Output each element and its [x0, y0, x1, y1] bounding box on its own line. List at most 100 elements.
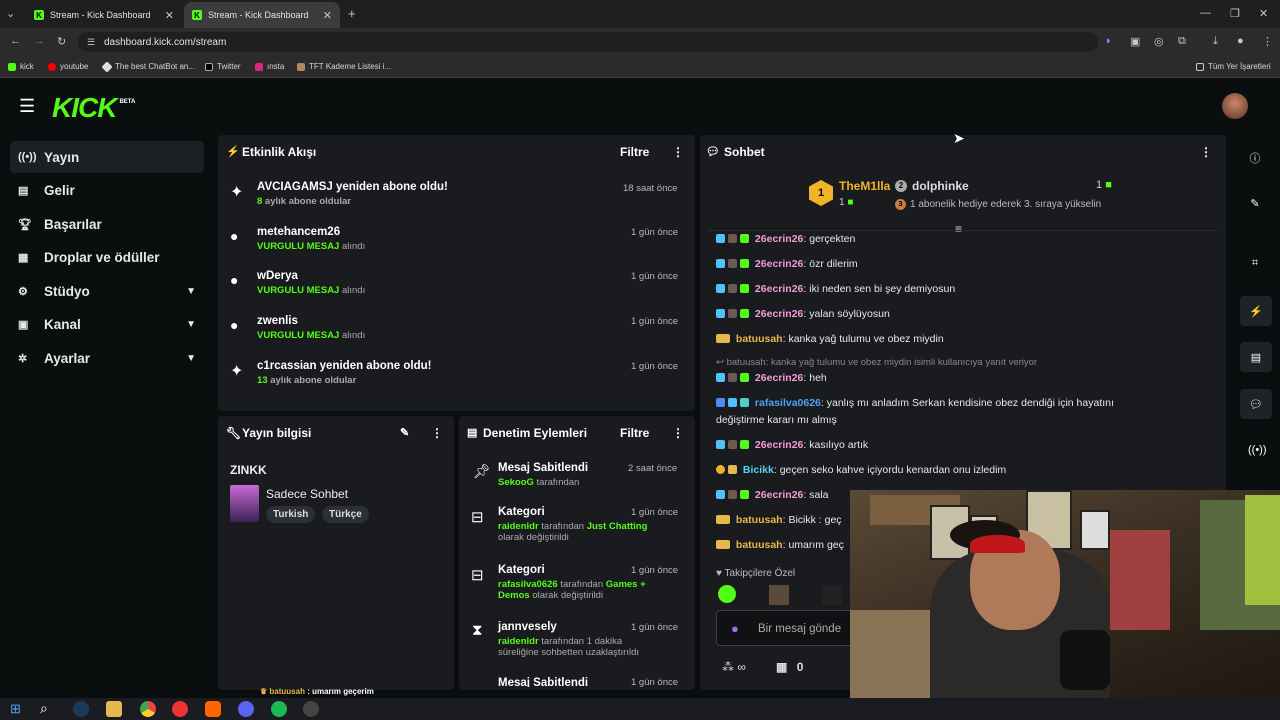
- chat-text: değiştirme kararı mı almış: [716, 414, 837, 426]
- search-icon[interactable]: ⌕: [40, 700, 48, 717]
- chat-username[interactable]: 26ecrin26: [755, 283, 803, 295]
- url-field[interactable]: ☰ dashboard.kick.com/stream: [78, 32, 1098, 52]
- close-tab-icon[interactable]: ✕: [165, 9, 174, 22]
- microphone-icon[interactable]: ●: [731, 621, 739, 636]
- bookmark-youtube[interactable]: youtube: [48, 62, 88, 71]
- activity-menu-icon[interactable]: ⋮: [672, 145, 684, 159]
- hamburger-menu-icon[interactable]: ☰: [19, 96, 35, 117]
- activity-item: zwenlis VURGULU MESAJ alındı: [257, 315, 365, 341]
- chat-username[interactable]: 26ecrin26: [755, 308, 803, 320]
- info-icon[interactable]: ⓘ: [1248, 150, 1262, 166]
- chat-username[interactable]: batuusah: [736, 333, 783, 345]
- moderation-filter-button[interactable]: Filtre: [620, 426, 649, 440]
- quick-action-lightning-button[interactable]: ⚡: [1240, 296, 1272, 326]
- extension-icon[interactable]: ◗: [1105, 35, 1112, 47]
- edit-icon[interactable]: ✎: [1248, 197, 1262, 210]
- obs-icon[interactable]: [303, 701, 319, 717]
- bookmark-kick[interactable]: kick: [8, 62, 34, 71]
- menu-kebab-icon[interactable]: ⋮: [1262, 35, 1273, 48]
- shelf-items: [1110, 530, 1170, 630]
- all-bookmarks-folder[interactable]: Tüm Yer İşaretleri: [1196, 62, 1271, 71]
- chat-username[interactable]: 26ecrin26: [755, 258, 803, 270]
- moderation-menu-icon[interactable]: ⋮: [672, 426, 684, 440]
- sidebar-item-studyo[interactable]: ⚙ Stüdyo ▼: [10, 275, 204, 307]
- download-icon[interactable]: ⤓: [1213, 35, 1218, 48]
- chat-username[interactable]: 26ecrin26: [755, 439, 803, 451]
- spotify-icon[interactable]: [271, 701, 287, 717]
- tag-chip[interactable]: Türkçe: [322, 506, 369, 523]
- emote-icon[interactable]: [822, 585, 842, 605]
- bookmark-tft[interactable]: TFT Kademe Listesi i...: [297, 62, 391, 71]
- back-icon[interactable]: ←: [10, 35, 21, 47]
- chatters-button[interactable]: ⁂ ∞: [722, 660, 746, 674]
- chat-username[interactable]: 26ecrin26: [755, 372, 803, 384]
- collapse-leaderboard-icon[interactable]: ≡: [955, 222, 962, 236]
- moderation-time: 1 gün önce: [631, 507, 679, 518]
- crown-badge-icon: ♛: [260, 687, 268, 696]
- sidebar-item-droplar[interactable]: ▦ Droplar ve ödüller: [10, 241, 204, 273]
- chat-username[interactable]: Bicikk: [743, 464, 774, 476]
- reply-context[interactable]: ↩ batuusah: kanka yağ tulumu ve obez miy…: [716, 357, 1037, 368]
- browser-tab-2[interactable]: K Stream - Kick Dashboard ✕: [184, 2, 340, 28]
- discord-icon[interactable]: [238, 701, 254, 717]
- category-thumbnail[interactable]: [230, 485, 259, 522]
- youtube-icon: [48, 62, 56, 71]
- activity-detail: alındı: [339, 241, 366, 252]
- sidebar-item-basarilar[interactable]: 🏆︎ Başarılar: [10, 208, 204, 240]
- brave-icon[interactable]: [205, 701, 221, 717]
- tag-chip[interactable]: Turkish: [266, 506, 316, 523]
- sparkle-icon: ✦: [230, 363, 244, 380]
- chat-username[interactable]: rafasilva0626: [755, 397, 821, 409]
- activity-detail: alındı: [339, 285, 366, 296]
- close-window-icon[interactable]: ✕: [1259, 7, 1268, 20]
- sidebar-item-yayin[interactable]: ((•)) Yayın: [10, 141, 204, 173]
- minimize-icon[interactable]: —: [1200, 7, 1211, 19]
- forward-icon[interactable]: →: [34, 35, 45, 47]
- extension-icon[interactable]: ◎: [1154, 35, 1164, 48]
- activity-filter-button[interactable]: Filtre: [620, 145, 649, 159]
- chat-username[interactable]: batuusah: [736, 539, 783, 551]
- activity-title: Etkinlik Akışı: [242, 145, 317, 159]
- sidebar-item-kanal[interactable]: ▣ Kanal ▼: [10, 308, 204, 340]
- leader-1-count: 1 ■: [839, 197, 853, 208]
- chat-menu-icon[interactable]: ⋮: [1200, 145, 1212, 159]
- chrome-icon[interactable]: [140, 701, 156, 717]
- windows-start-icon[interactable]: ⊞: [10, 701, 21, 717]
- screenshot-icon[interactable]: ⌗: [1248, 257, 1262, 270]
- file-explorer-icon[interactable]: [106, 701, 122, 717]
- close-tab-icon[interactable]: ✕: [323, 9, 332, 22]
- chat-username[interactable]: 26ecrin26: [755, 489, 803, 501]
- extension-icon[interactable]: ▣: [1130, 35, 1140, 48]
- site-info-icon[interactable]: ☰: [87, 37, 95, 48]
- steam-icon[interactable]: [73, 701, 89, 717]
- sidebar-item-ayarlar[interactable]: ✲ Ayarlar ▼: [10, 342, 204, 374]
- activity-name: c1rcassian yeniden abone oldu!: [257, 360, 432, 372]
- sidebar-item-gelir[interactable]: ▤ Gelir: [10, 174, 204, 206]
- bookmark-twitter[interactable]: Twitter: [205, 62, 241, 71]
- stream-info-menu-icon[interactable]: ⋮: [431, 426, 443, 440]
- emote-icon[interactable]: [718, 585, 736, 603]
- chat-username[interactable]: batuusah: [736, 514, 783, 526]
- chat-title: Sohbet: [724, 145, 765, 159]
- edit-pencil-icon[interactable]: ✎: [400, 426, 409, 439]
- chat-text: umarım geç: [788, 539, 844, 551]
- media-player-icon[interactable]: [172, 701, 188, 717]
- chat-username[interactable]: 26ecrin26: [755, 233, 803, 245]
- emote-icon[interactable]: [769, 585, 789, 605]
- browser-tab-1[interactable]: K Stream - Kick Dashboard ✕: [26, 2, 182, 28]
- broadcast-icon[interactable]: ((•)): [1248, 444, 1267, 456]
- kick-logo[interactable]: KICK BETA: [52, 92, 135, 124]
- profile-avatar-icon[interactable]: ●: [1237, 35, 1244, 47]
- maximize-icon[interactable]: ❐: [1230, 7, 1240, 20]
- gift-sub-button[interactable]: ▦ 0: [776, 660, 803, 674]
- extensions-puzzle-icon[interactable]: ⧉: [1178, 35, 1186, 48]
- new-tab-icon[interactable]: +: [348, 6, 356, 21]
- bookmark-insta[interactable]: ınsta: [255, 62, 284, 71]
- tab-search-icon[interactable]: ⌄: [6, 7, 15, 20]
- category-change-icon: ⊟: [471, 567, 484, 584]
- chat-toggle-button[interactable]: 💬︎: [1240, 389, 1272, 419]
- user-avatar[interactable]: [1222, 93, 1248, 119]
- notes-button[interactable]: ▤: [1240, 342, 1272, 372]
- bookmark-chatbot[interactable]: The best ChatBot an...: [101, 60, 195, 73]
- reload-icon[interactable]: ↻: [57, 35, 66, 48]
